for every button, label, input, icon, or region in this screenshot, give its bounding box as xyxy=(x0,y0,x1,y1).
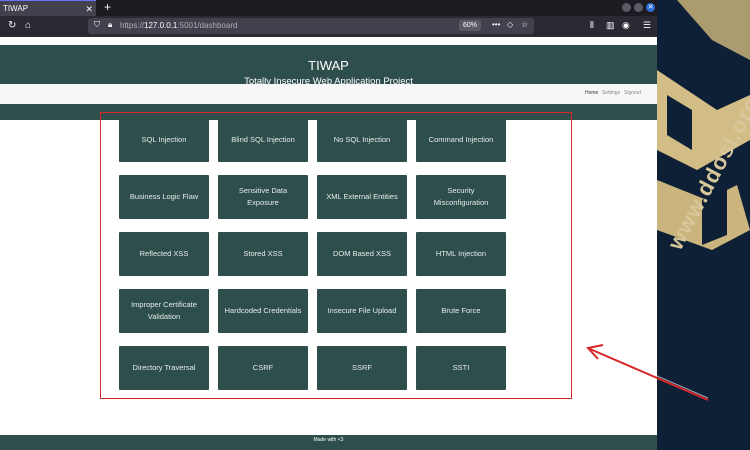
zoom-level[interactable]: 60% xyxy=(459,20,482,31)
more-actions-icon[interactable]: ••• xyxy=(492,20,500,29)
tracking-shield-icon[interactable]: ⛉ xyxy=(94,20,100,30)
page-header: TIWAP Totally Insecure Web Application P… xyxy=(0,45,657,120)
nav-settings-link[interactable]: Settings xyxy=(602,90,620,96)
browser-tab[interactable]: TIWAP ✕ xyxy=(0,0,96,16)
card-directory-traversal[interactable]: Directory Traversal xyxy=(119,346,209,390)
card-business-logic-flaw[interactable]: Business Logic Flaw xyxy=(119,175,209,219)
menu-icon[interactable]: ☰ xyxy=(643,20,651,31)
page-title: TIWAP xyxy=(308,58,349,73)
card-stored-xss[interactable]: Stored XSS xyxy=(218,232,308,276)
sidebar-icon[interactable]: ▥ xyxy=(606,20,615,31)
reload-icon[interactable]: ↻ xyxy=(8,19,16,33)
desktop-wallpaper: www.ddosi.org xyxy=(657,0,750,450)
card-insecure-file-upload[interactable]: Insecure File Upload xyxy=(317,289,407,333)
tab-close-icon[interactable]: ✕ xyxy=(85,1,93,17)
card-blind-sql-injection[interactable]: Blind SQL Injection xyxy=(218,118,308,162)
account-icon[interactable]: ◉ xyxy=(622,20,630,31)
card-improper-certificate-validation[interactable]: Improper Certificate Validation xyxy=(119,289,209,333)
window-close-icon[interactable]: ✕ xyxy=(646,3,655,12)
card-sql-injection[interactable]: SQL Injection xyxy=(119,118,209,162)
tab-bar: TIWAP ✕ + ✕ xyxy=(0,0,657,16)
card-xml-external-entities[interactable]: XML External Entities xyxy=(317,175,407,219)
minimize-icon[interactable] xyxy=(622,3,631,12)
card-brute-force[interactable]: Brute Force xyxy=(416,289,506,333)
browser-toolbar: ↻ ⌂ ⛉ 🔒︎ https://127.0.0.1:5001/dashboar… xyxy=(0,16,657,37)
maximize-icon[interactable] xyxy=(634,3,643,12)
card-html-injection[interactable]: HTML Injection xyxy=(416,232,506,276)
footer: Made with <3 xyxy=(0,435,657,450)
card-no-sql-injection[interactable]: No SQL Injection xyxy=(317,118,407,162)
home-icon[interactable]: ⌂ xyxy=(25,19,31,33)
card-security-misconfiguration[interactable]: Security Misconfiguration xyxy=(416,175,506,219)
url-text[interactable]: https://127.0.0.1:5001/dashboard xyxy=(120,20,237,32)
card-ssti[interactable]: SSTI xyxy=(416,346,506,390)
page-content: TIWAP Totally Insecure Web Application P… xyxy=(0,37,657,450)
nav-home-link[interactable]: Home xyxy=(585,90,598,96)
library-icon[interactable]: ⫴ xyxy=(590,20,594,31)
card-dom-based-xss[interactable]: DOM Based XSS xyxy=(317,232,407,276)
card-ssrf[interactable]: SSRF xyxy=(317,346,407,390)
tab-title: TIWAP xyxy=(3,4,29,13)
card-reflected-xss[interactable]: Reflected XSS xyxy=(119,232,209,276)
card-sensitive-data-exposure[interactable]: Sensitive Data Exposure xyxy=(218,175,308,219)
nav-signout-link[interactable]: Signout xyxy=(624,90,641,96)
bookmark-star-icon[interactable]: ☆ xyxy=(521,20,528,29)
card-command-injection[interactable]: Command Injection xyxy=(416,118,506,162)
card-hardcoded-credentials[interactable]: Hardcoded Credentials xyxy=(218,289,308,333)
lock-icon[interactable]: 🔒︎ xyxy=(108,20,112,30)
url-bar[interactable]: ⛉ 🔒︎ https://127.0.0.1:5001/dashboard 60… xyxy=(88,18,534,34)
pocket-icon[interactable]: ◇ xyxy=(507,20,513,29)
card-csrf[interactable]: CSRF xyxy=(218,346,308,390)
new-tab-button[interactable]: + xyxy=(104,0,111,15)
top-nav: Home Settings Signout xyxy=(0,84,657,104)
